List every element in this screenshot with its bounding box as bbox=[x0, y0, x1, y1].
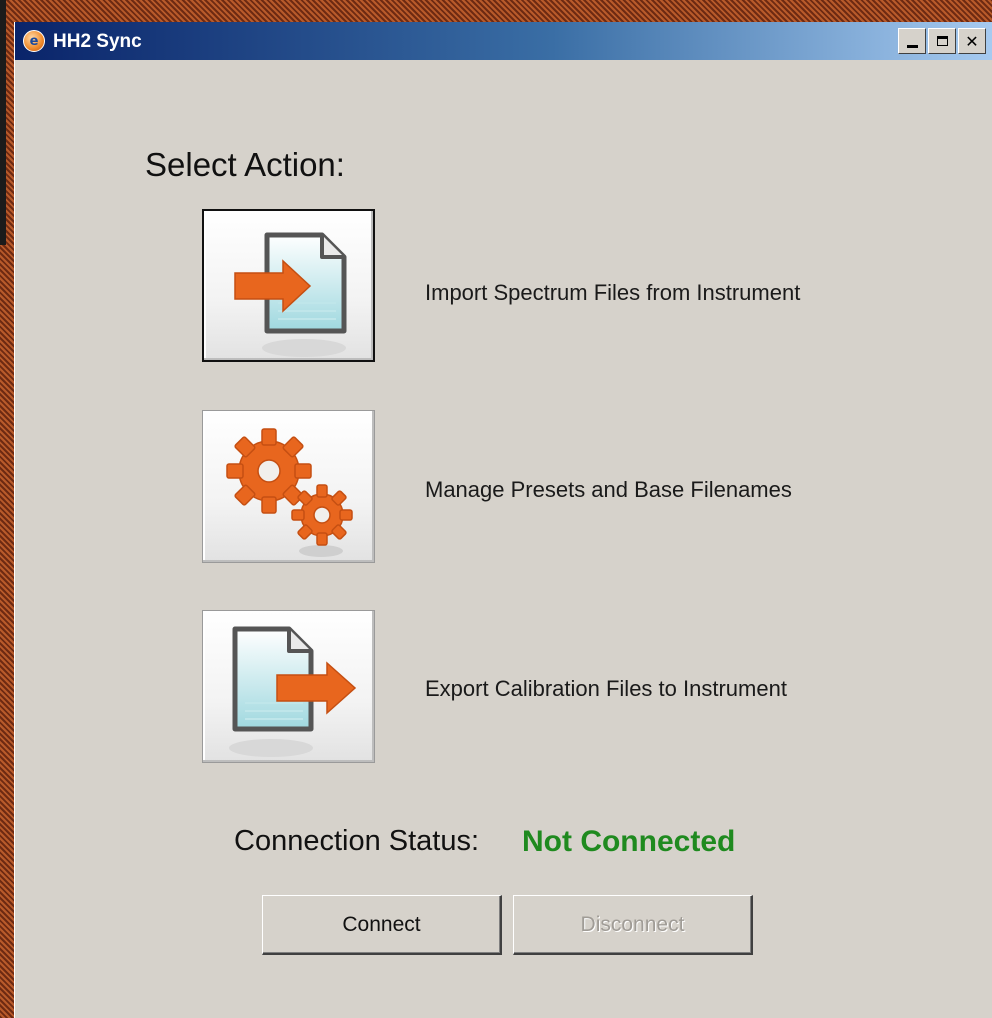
disconnect-button[interactable]: Disconnect bbox=[513, 895, 753, 955]
minimize-icon bbox=[906, 44, 918, 48]
maximize-icon bbox=[936, 36, 948, 46]
gears-icon bbox=[226, 428, 353, 557]
connect-button[interactable]: Connect bbox=[262, 895, 502, 955]
close-button[interactable]: ✕ bbox=[958, 28, 986, 54]
minimize-button[interactable] bbox=[898, 28, 926, 54]
import-spectrum-button[interactable] bbox=[202, 209, 375, 362]
title-bar[interactable]: e HH2 Sync ✕ bbox=[15, 22, 992, 60]
connection-status-label: Connection Status: bbox=[234, 825, 480, 857]
app-icon[interactable]: e bbox=[23, 30, 45, 52]
import-file-icon bbox=[234, 232, 347, 357]
connection-status-value: Not Connected bbox=[522, 825, 736, 858]
desktop-edge bbox=[0, 0, 6, 245]
manage-presets-button[interactable] bbox=[202, 410, 375, 563]
connect-button-label: Connect bbox=[342, 912, 421, 936]
manage-presets-label: Manage Presets and Base Filenames bbox=[425, 477, 792, 502]
close-icon: ✕ bbox=[965, 31, 979, 51]
hh2-sync-window: e HH2 Sync ✕ Select Action: Import Spect… bbox=[14, 22, 992, 1018]
disconnect-button-label: Disconnect bbox=[580, 912, 685, 936]
export-calibration-label: Export Calibration Files to Instrument bbox=[425, 676, 787, 701]
window-controls: ✕ bbox=[898, 28, 986, 54]
maximize-button[interactable] bbox=[928, 28, 956, 54]
export-file-icon bbox=[229, 626, 357, 757]
export-calibration-button[interactable] bbox=[202, 610, 375, 763]
import-spectrum-label: Import Spectrum Files from Instrument bbox=[425, 280, 801, 305]
select-action-label: Select Action: bbox=[145, 146, 345, 183]
window-title: HH2 Sync bbox=[53, 31, 142, 52]
